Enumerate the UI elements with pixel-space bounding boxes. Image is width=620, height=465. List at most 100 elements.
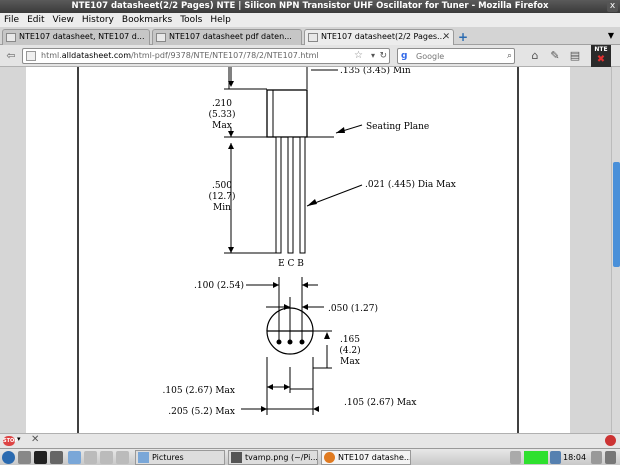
pin-dot-emitter	[276, 339, 282, 345]
window-titlebar: NTE107 datasheet(2/2 Pages) NTE | Silico…	[0, 0, 620, 13]
arrowhead	[336, 127, 345, 133]
url-text[interactable]: html.alldatasheet.com/html-pdf/9378/NTE/…	[41, 49, 319, 63]
lead-base	[299, 136, 306, 254]
print-icon[interactable]: ▤	[568, 49, 582, 63]
transistor-package-drawing: .135 (3.45) Min Seating Plane .210 (5.33…	[77, 67, 519, 433]
tab-2[interactable]: NTE107 datasheet pdf daten...	[152, 29, 302, 45]
tab-label: NTE107 datasheet(2/2 Pages...	[321, 32, 445, 41]
task-label: Pictures	[152, 453, 184, 462]
close-tab-icon[interactable]: ✕	[442, 30, 450, 44]
start-menu-icon[interactable]	[2, 451, 15, 464]
search-icon[interactable]: ⌕	[507, 49, 512, 63]
taskbar-item-firefox[interactable]: NTE107 datashe...	[321, 450, 411, 465]
cpu-monitor-graph	[524, 451, 548, 464]
workspace-4-icon[interactable]	[116, 451, 129, 464]
close-statusbar-icon[interactable]: ✕	[31, 434, 39, 445]
window-title: NTE107 datasheet(2/2 Pages) NTE | Silico…	[71, 1, 549, 11]
dim-lead-mm: (12.7)	[208, 191, 235, 202]
dim-top-label: .135 (3.45) Min	[340, 67, 411, 76]
dim-body-qualifier: Max	[212, 121, 232, 131]
pin-labels: E C B	[278, 259, 304, 269]
menu-bookmarks[interactable]: Bookmarks	[118, 13, 176, 27]
folder-icon	[138, 452, 149, 463]
menu-help[interactable]: Help	[206, 13, 235, 27]
bookmark-star-icon[interactable]: ☆	[354, 49, 363, 63]
menu-file[interactable]: File	[0, 13, 23, 27]
close-window-button[interactable]: x	[607, 1, 618, 12]
new-tab-button[interactable]: +	[456, 30, 470, 44]
arrowhead	[261, 406, 267, 412]
menu-history[interactable]: History	[78, 13, 118, 27]
half-pitch-label: .050 (1.27)	[328, 303, 378, 314]
power-icon[interactable]	[605, 451, 616, 464]
page-icon	[156, 33, 166, 42]
arrowhead	[324, 332, 330, 339]
tools-icon[interactable]: ✎	[548, 49, 562, 63]
status-bar: STOP ▾ ✕	[0, 433, 620, 448]
arrowhead	[313, 406, 319, 412]
file-manager-icon[interactable]	[18, 451, 31, 464]
google-icon[interactable]: g	[401, 50, 413, 62]
firefox-icon	[324, 452, 335, 463]
volume-icon[interactable]	[510, 451, 521, 464]
pin-dot-base	[299, 339, 305, 345]
tab-3-active[interactable]: NTE107 datasheet(2/2 Pages... ✕	[304, 29, 454, 45]
datasheet-page: .135 (3.45) Min Seating Plane .210 (5.33…	[26, 67, 570, 433]
menu-edit[interactable]: Edit	[23, 13, 48, 27]
url-dropdown-icon[interactable]: ▾	[371, 49, 375, 63]
arrowhead	[307, 199, 317, 206]
settings-icon[interactable]	[50, 451, 63, 464]
lead-collector	[287, 136, 294, 254]
arrowhead	[228, 143, 234, 149]
page-viewport: .135 (3.45) Min Seating Plane .210 (5.33…	[0, 67, 611, 433]
back-arrow-icon[interactable]: ⇦	[3, 48, 19, 64]
x-mark-icon: ✖	[596, 54, 606, 65]
taskbar-item-pictures[interactable]: Pictures	[135, 450, 225, 465]
tab-bar: NTE107 datasheet, NTE107 d... NTE107 dat…	[0, 27, 620, 45]
lock-screen-icon[interactable]	[591, 451, 602, 464]
stop-badge-icon[interactable]: STOP	[3, 436, 18, 446]
lead-diameter-label: .021 (.445) Dia Max	[365, 179, 456, 190]
vertical-scrollbar[interactable]	[611, 67, 620, 433]
site-identity-icon[interactable]	[26, 51, 36, 61]
flat-dim-qualifier: Max	[340, 357, 360, 367]
home-icon[interactable]: ⌂	[528, 49, 542, 63]
scrollbar-thumb[interactable]	[613, 162, 620, 267]
menu-view[interactable]: View	[49, 13, 78, 27]
tab-list-chevron-icon[interactable]: ▼	[608, 31, 614, 40]
url-bar[interactable]: html.alldatasheet.com/html-pdf/9378/NTE/…	[22, 48, 390, 64]
terminal-icon[interactable]	[34, 451, 47, 464]
arrowhead	[284, 384, 290, 390]
arrowhead	[302, 304, 308, 310]
workspace-1-icon[interactable]	[68, 451, 81, 464]
menu-bar: File Edit View History Bookmarks Tools H…	[0, 13, 620, 27]
dim-body-mm: (5.33)	[208, 109, 235, 120]
lead-emitter	[275, 136, 282, 254]
network-icon[interactable]	[550, 451, 561, 464]
task-label: NTE107 datashe...	[338, 453, 411, 462]
nte-extension-icon[interactable]: NTE ✖	[591, 45, 611, 67]
navigation-toolbar: ⇦ html.alldatasheet.com/html-pdf/9378/NT…	[0, 45, 620, 67]
menu-tools[interactable]: Tools	[176, 13, 206, 27]
seating-plane-label: Seating Plane	[366, 122, 429, 132]
width-right-label: .105 (2.67) Max	[344, 397, 416, 408]
taskbar-clock[interactable]: 18:04	[563, 450, 586, 465]
tab-1[interactable]: NTE107 datasheet, NTE107 d...	[2, 29, 150, 45]
addon-status-icon[interactable]	[605, 435, 616, 446]
search-bar[interactable]: g ⌕	[397, 48, 515, 64]
badge-dropdown-icon[interactable]: ▾	[17, 435, 21, 443]
pitch-label: .100 (2.54)	[194, 280, 244, 291]
search-input[interactable]	[416, 50, 498, 62]
taskbar-item-image-viewer[interactable]: tvamp.png (~/Pi...	[228, 450, 318, 465]
arrowhead	[228, 247, 234, 253]
page-icon	[6, 33, 16, 42]
workspace-2-icon[interactable]	[84, 451, 97, 464]
arrowhead	[302, 282, 308, 288]
width-left-label: .105 (2.67) Max	[163, 385, 235, 396]
workspace-3-icon[interactable]	[100, 451, 113, 464]
pin-dot-collector	[287, 339, 293, 345]
dim-lead-inches: .500	[212, 181, 232, 191]
desktop-taskbar: Pictures tvamp.png (~/Pi... NTE107 datas…	[0, 448, 620, 465]
arrowhead	[267, 384, 273, 390]
reload-icon[interactable]: ↻	[379, 49, 387, 63]
